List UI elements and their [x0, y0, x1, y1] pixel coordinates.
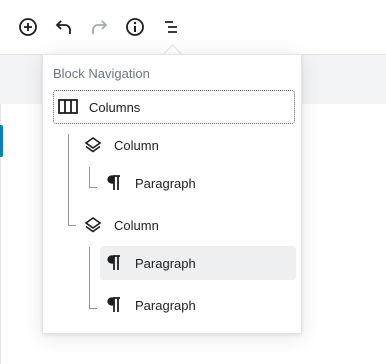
nav-item-label: Paragraph — [135, 175, 196, 191]
nav-item-columns[interactable]: Columns — [53, 90, 295, 124]
info-icon — [126, 18, 144, 36]
undo-button[interactable] — [47, 10, 81, 44]
editor-toolbar — [0, 0, 386, 54]
block-navigation-popover: Block Navigation Columns Column Paragrap… — [42, 54, 302, 334]
columns-icon — [54, 95, 82, 119]
column-icon — [79, 133, 107, 157]
tree-line — [89, 308, 97, 309]
paragraph-icon — [100, 251, 128, 275]
nav-item-paragraph[interactable]: Paragraph — [100, 246, 296, 280]
redo-icon — [92, 20, 108, 34]
block-navigation-icon — [165, 21, 177, 33]
tree-line — [89, 167, 90, 188]
nav-item-label: Columns — [89, 99, 141, 115]
nav-item-column[interactable]: Column — [79, 208, 295, 242]
nav-item-column[interactable]: Column — [79, 128, 295, 162]
nav-item-paragraph[interactable]: Paragraph — [100, 166, 295, 200]
nav-item-label: Paragraph — [135, 255, 196, 271]
paragraph-icon — [100, 171, 128, 195]
undo-icon — [55, 20, 71, 34]
redo-button[interactable] — [82, 10, 116, 44]
column-icon — [79, 213, 107, 237]
add-block-button[interactable] — [11, 10, 45, 44]
nav-item-label: Column — [114, 137, 159, 153]
tree-line — [68, 225, 76, 226]
tree-line — [89, 187, 97, 188]
paragraph-icon — [100, 293, 128, 317]
tree-line — [68, 134, 69, 226]
popover-title: Block Navigation — [53, 66, 150, 81]
tree-line — [89, 247, 90, 309]
selected-block-indicator — [0, 125, 3, 157]
nav-item-label: Column — [114, 217, 159, 233]
plus-circle-icon — [19, 18, 37, 36]
nav-item-paragraph[interactable]: Paragraph — [100, 288, 296, 322]
block-navigation-button[interactable] — [154, 10, 188, 44]
content-structure-button[interactable] — [118, 10, 152, 44]
nav-item-label: Paragraph — [135, 297, 196, 313]
